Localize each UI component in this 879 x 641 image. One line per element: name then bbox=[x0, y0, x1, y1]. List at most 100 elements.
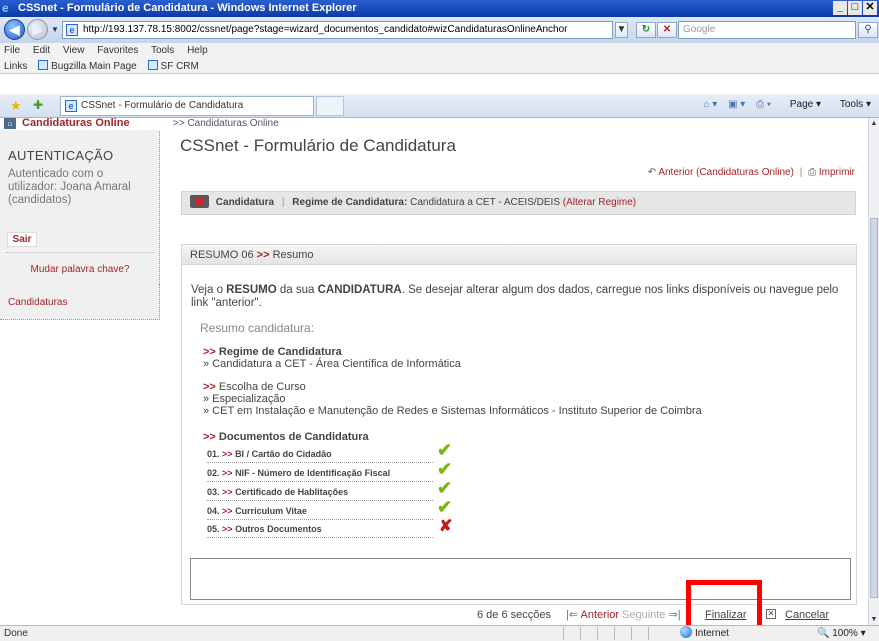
check-icon: ✔ bbox=[437, 459, 453, 479]
document-row[interactable]: 03. >> Certificado de Hablitações ✔ bbox=[207, 479, 452, 503]
sidebar-item-candidaturas: Candidaturas bbox=[0, 284, 160, 320]
sidebar-header[interactable]: ⌂ Candidaturas Online bbox=[0, 118, 160, 130]
home-icon: ⌂ bbox=[4, 118, 16, 129]
link-sf-crm[interactable]: SF CRM bbox=[147, 60, 199, 72]
menu-bar: File Edit View Favorites Tools Help bbox=[0, 43, 879, 59]
tab-title: CSSnet - Formulário de Candidatura bbox=[81, 100, 244, 111]
divider bbox=[6, 252, 154, 253]
vertical-scrollbar[interactable]: ▲ ▼ bbox=[868, 118, 879, 625]
document-row[interactable]: 04. >> Curriculum Vitae ✔ bbox=[207, 498, 452, 522]
chevrons-icon: >> bbox=[203, 346, 216, 358]
menu-view[interactable]: View bbox=[63, 45, 85, 56]
section-title-link[interactable]: Regime de Candidatura bbox=[219, 346, 342, 358]
ie-logo-icon: e bbox=[2, 1, 9, 15]
address-bar[interactable]: e http://193.137.78.15:8002/cssnet/page?… bbox=[62, 21, 613, 39]
page-icon bbox=[147, 60, 158, 70]
tab-active[interactable]: e CSSnet - Formulário de Candidatura bbox=[60, 96, 314, 116]
auth-user-text: Autenticado com o utilizador: Joana Amar… bbox=[8, 168, 131, 206]
close-button[interactable]: ✕ bbox=[863, 1, 877, 15]
regime-value: Candidatura a CET - ACEIS/DEIS bbox=[410, 197, 560, 208]
breadcrumb[interactable]: >> Candidaturas Online bbox=[173, 118, 279, 129]
forward-button[interactable]: ▶ bbox=[27, 19, 48, 40]
feeds-icon[interactable]: ▣ ▾ bbox=[728, 99, 745, 110]
scroll-thumb[interactable] bbox=[870, 218, 878, 598]
scroll-down-icon[interactable]: ▼ bbox=[870, 616, 878, 623]
document-row[interactable]: 02. >> NIF - Número de Identificação Fis… bbox=[207, 460, 452, 484]
favorites-star-icon[interactable]: ★ bbox=[10, 98, 22, 114]
refresh-button[interactable]: ↻ bbox=[636, 22, 656, 38]
command-bar: ⌂ ▾ ▣ ▾ ⎙ ▾ Page ▾ Tools ▾ bbox=[695, 99, 871, 110]
url-text: http://193.137.78.15:8002/cssnet/page?st… bbox=[83, 24, 568, 35]
status-bar: Done Internet 🔍 100% ▾ bbox=[0, 625, 879, 641]
menu-help[interactable]: Help bbox=[187, 45, 208, 56]
print-icon[interactable]: ⎙ ▾ bbox=[756, 99, 771, 110]
summary-intro: Veja o RESUMO da sua CANDIDATURA. Se des… bbox=[191, 284, 839, 309]
address-dropdown-button[interactable]: ▼ bbox=[615, 22, 628, 38]
print-link[interactable]: Imprimir bbox=[819, 167, 855, 178]
menu-file[interactable]: File bbox=[4, 45, 20, 56]
cancel-icon: ✕ bbox=[766, 609, 776, 619]
summary-header: RESUMO 06 >> Resumo bbox=[182, 245, 856, 265]
page-icon: e bbox=[66, 24, 78, 36]
logout-button[interactable]: Sair bbox=[7, 232, 37, 247]
section-item: » Especialização bbox=[203, 393, 286, 405]
auth-title: AUTENTICAÇÃO bbox=[8, 148, 114, 163]
section-title-link[interactable]: Escolha de Curso bbox=[219, 381, 306, 393]
link-bugzilla[interactable]: Bugzilla Main Page bbox=[38, 60, 137, 72]
stop-button[interactable]: ✕ bbox=[657, 22, 677, 38]
section-regime: >> Regime de Candidatura » Candidatura a… bbox=[203, 346, 461, 370]
minimize-button[interactable]: _ bbox=[833, 1, 847, 15]
navigation-bar: ◀ ▶ ▼ e http://193.137.78.15:8002/cssnet… bbox=[0, 17, 879, 43]
add-favorites-icon[interactable]: ✚ bbox=[33, 98, 43, 112]
search-icon[interactable]: ⚲ bbox=[858, 22, 878, 38]
status-text: Done bbox=[4, 628, 28, 639]
regime-label: Regime de Candidatura: bbox=[292, 197, 408, 208]
menu-favorites[interactable]: Favorites bbox=[97, 45, 138, 56]
maximize-button[interactable]: □ bbox=[848, 1, 862, 15]
auth-box: AUTENTICAÇÃO Autenticado com o utilizado… bbox=[0, 128, 160, 288]
menu-edit[interactable]: Edit bbox=[33, 45, 50, 56]
scroll-up-icon[interactable]: ▲ bbox=[870, 120, 878, 127]
change-password-link[interactable]: Mudar palavra chave? bbox=[0, 264, 160, 275]
page-menu[interactable]: Page ▾ bbox=[782, 99, 821, 110]
globe-icon bbox=[680, 626, 692, 638]
change-regime-link[interactable]: (Alterar Regime) bbox=[563, 197, 636, 208]
section-count: 6 de 6 secções bbox=[477, 609, 551, 621]
chevrons-icon: >> bbox=[203, 381, 216, 393]
candidatura-label: Candidatura bbox=[215, 197, 275, 208]
home-icon[interactable]: ⌂ ▾ bbox=[703, 99, 717, 110]
summary-header-label: Resumo bbox=[272, 249, 314, 261]
security-zone: Internet bbox=[680, 626, 729, 641]
previous-button[interactable]: |⇐ Anterior bbox=[566, 605, 619, 625]
status-panes bbox=[563, 627, 665, 641]
previous-link[interactable]: Anterior (Candidaturas Online) bbox=[658, 167, 794, 178]
cancel-button[interactable]: Cancelar bbox=[785, 605, 829, 625]
section-item: » Candidatura a CET - Área Científica de… bbox=[203, 358, 461, 370]
document-row[interactable]: 05. >> Outros Documentos ✘ bbox=[207, 519, 452, 540]
printer-icon: ⎙ bbox=[808, 167, 817, 178]
check-icon: ✔ bbox=[437, 497, 453, 517]
summary-panel: RESUMO 06 >> Resumo Veja o RESUMO da sua… bbox=[181, 244, 857, 625]
menu-tools[interactable]: Tools bbox=[151, 45, 174, 56]
links-label: Links bbox=[4, 61, 28, 72]
window-title: CSSnet - Formulário de Candidatura - Win… bbox=[18, 2, 357, 14]
summary-step: RESUMO 06 bbox=[190, 249, 254, 261]
section-title-link[interactable]: Documentos de Candidatura bbox=[219, 431, 369, 443]
tools-menu[interactable]: Tools ▾ bbox=[832, 99, 871, 110]
check-icon: ✔ bbox=[437, 440, 453, 460]
cross-icon: ✘ bbox=[439, 518, 453, 535]
tab-bar: ★ ✚ e CSSnet - Formulário de Candidatura… bbox=[0, 94, 879, 118]
next-button[interactable]: Seguinte ⇒| bbox=[622, 605, 681, 625]
document-row[interactable]: 01. >> BI / Cartão do Cidadão ✔ bbox=[207, 441, 452, 465]
back-button[interactable]: ◀ bbox=[4, 19, 25, 40]
search-input[interactable]: Google bbox=[678, 21, 856, 39]
page-icon: e bbox=[65, 100, 77, 112]
top-links: ↶ Anterior (Candidaturas Online) | ⎙ Imp… bbox=[647, 167, 855, 178]
page-icon bbox=[38, 60, 49, 70]
new-tab-button[interactable] bbox=[316, 96, 344, 116]
candidaturas-link[interactable]: Candidaturas bbox=[8, 297, 67, 308]
window-controls: _ □ ✕ bbox=[833, 1, 877, 15]
zoom-control[interactable]: 🔍 100% ▾ bbox=[817, 626, 866, 641]
arrow-left-icon: |⇐ bbox=[566, 609, 579, 621]
history-dropdown-icon[interactable]: ▼ bbox=[51, 25, 59, 34]
